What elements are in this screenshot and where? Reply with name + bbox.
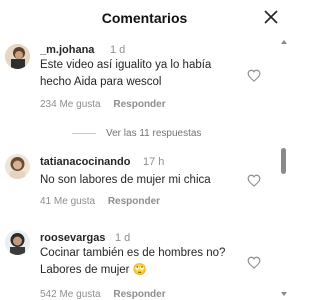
avatar[interactable] xyxy=(5,44,30,69)
page-title: Comentarios xyxy=(101,10,188,26)
comment-text-line-with-emoji: Labores de mujer 🙄 xyxy=(40,262,225,279)
avatar[interactable] xyxy=(5,230,30,255)
comment-meta: 41 Me gusta Responder xyxy=(40,196,170,207)
heart-outline-icon[interactable] xyxy=(247,256,261,269)
scroll-down-arrow-icon[interactable] xyxy=(281,292,287,296)
comment-text-line: Labores de mujer xyxy=(40,264,130,276)
comment-time: 17 h xyxy=(143,156,165,168)
view-replies-label: Ver las 11 respuestas xyxy=(106,128,202,139)
scrollbar-thumb[interactable] xyxy=(281,148,286,174)
scroll-up-arrow-icon[interactable] xyxy=(281,40,287,44)
comment-username[interactable]: roosevargas xyxy=(40,232,105,244)
comment-time: 1 d xyxy=(110,44,126,56)
comments-panel: Comentarios _m.johana 1 d Este video así… xyxy=(0,0,289,300)
comment-text: Cocinar también es de hombres no? Labore… xyxy=(40,245,225,279)
reply-button[interactable]: Responder xyxy=(108,196,160,207)
likes-count[interactable]: 542 Me gusta xyxy=(40,289,101,300)
comment-text: Este video así igualito ya lo había hech… xyxy=(40,57,211,91)
comment-meta: 234 Me gusta Responder xyxy=(40,99,176,110)
comment-username[interactable]: tatianacocinando xyxy=(40,156,130,168)
avatar[interactable] xyxy=(5,154,30,179)
comments-header: Comentarios xyxy=(0,0,289,38)
comment-text-line: Cocinar también es de hombres no? xyxy=(40,247,226,259)
view-replies-button[interactable]: Ver las 11 respuestas xyxy=(72,128,201,139)
comment-text-line: No son labores de mujer mi chica xyxy=(40,174,211,186)
divider xyxy=(72,132,96,134)
comment-text-line: hecho Aida para wescol xyxy=(40,76,162,88)
face-emoji-icon: 🙄 xyxy=(132,264,148,276)
heart-outline-icon[interactable] xyxy=(247,69,261,82)
likes-count[interactable]: 234 Me gusta xyxy=(40,99,101,110)
close-icon[interactable] xyxy=(263,9,279,25)
comment-time: 1 d xyxy=(115,232,131,244)
likes-count[interactable]: 41 Me gusta xyxy=(40,196,95,207)
comment-meta: 542 Me gusta Responder xyxy=(40,289,176,300)
comment-username[interactable]: _m.johana xyxy=(40,44,94,56)
reply-button[interactable]: Responder xyxy=(113,99,165,110)
heart-outline-icon[interactable] xyxy=(247,174,261,187)
comment-text-line: Este video así igualito ya lo había xyxy=(40,59,212,71)
reply-button[interactable]: Responder xyxy=(113,289,165,300)
comment-text: No son labores de mujer mi chica xyxy=(40,172,211,189)
